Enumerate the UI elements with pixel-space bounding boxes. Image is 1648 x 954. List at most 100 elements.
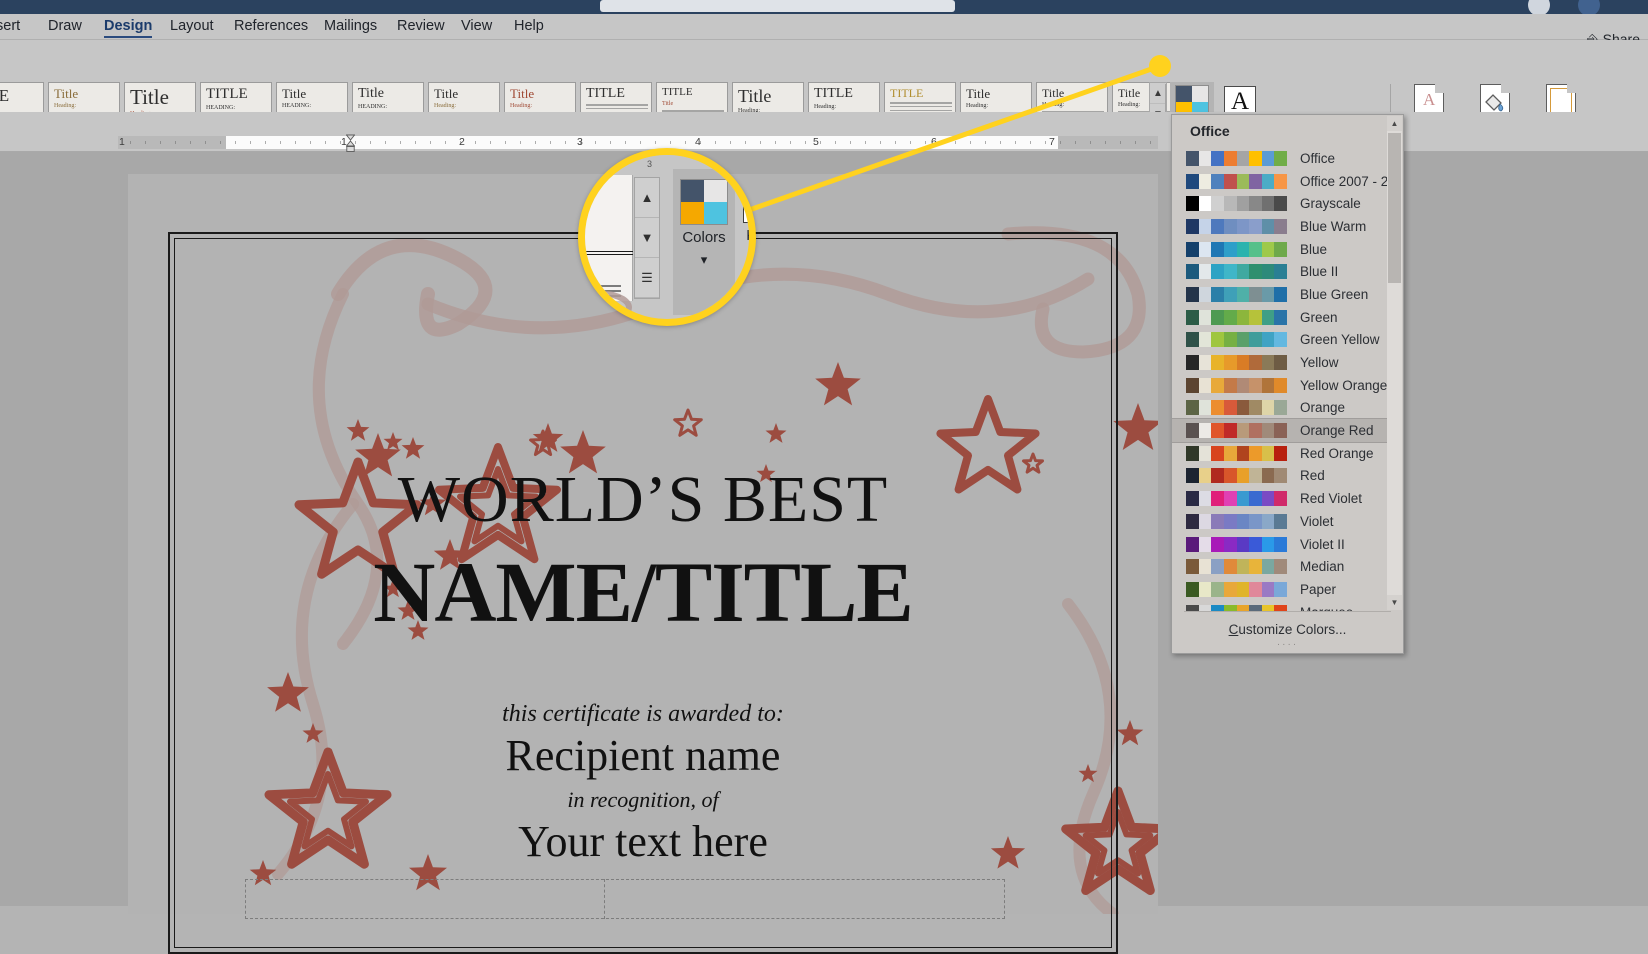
theme-color-option[interactable]: Yellow [1172, 351, 1387, 374]
thumbnail-title: TLE [0, 87, 38, 104]
theme-color-swatch-strip [1186, 309, 1287, 325]
tab-insert[interactable]: sert [0, 16, 26, 38]
ruler-tick [205, 141, 206, 144]
theme-color-option[interactable]: Paper [1172, 578, 1387, 601]
ruler-tick [190, 141, 191, 144]
ruler-tick [910, 141, 911, 144]
tab-design[interactable]: Design [98, 16, 158, 38]
theme-color-option-label: Yellow [1300, 355, 1339, 371]
certificate-headline-1[interactable]: WORLD’S BEST [128, 462, 1158, 538]
theme-color-option[interactable]: Blue Green [1172, 283, 1387, 306]
thumbnail-title: Title [1042, 86, 1065, 100]
thumbnail-title: TITLE [586, 86, 625, 101]
ruler-indent-marker[interactable] [345, 134, 356, 152]
theme-color-option[interactable]: Office 2007 - 2010 [1172, 170, 1387, 193]
tab-draw[interactable]: Draw [42, 16, 88, 38]
ruler-tick [505, 141, 506, 144]
theme-color-option-label: Yellow Orange [1300, 377, 1387, 393]
theme-color-option[interactable]: Violet [1172, 510, 1387, 533]
ruler-left-margin [118, 136, 226, 149]
thumbnail-heading: Heading: [510, 103, 532, 109]
theme-color-option[interactable]: Violet II [1172, 533, 1387, 556]
certificate-your-text[interactable]: Your text here [128, 816, 1158, 867]
tab-references[interactable]: References [228, 16, 314, 38]
zoom-callout-magnifier: · · · 3 4 ▲ ▼ ☰ Colors ▾ A Fonts ▾ [578, 148, 756, 326]
theme-color-option[interactable]: Red Orange [1172, 442, 1387, 465]
theme-color-option[interactable]: Median [1172, 555, 1387, 578]
ruler-tick [130, 141, 131, 144]
ruler-tick [850, 141, 851, 144]
theme-color-option[interactable]: Blue [1172, 238, 1387, 261]
theme-color-swatch-strip [1186, 513, 1287, 529]
theme-color-swatch-strip [1186, 196, 1287, 212]
tab-help[interactable]: Help [508, 16, 550, 38]
theme-color-option[interactable]: Grayscale [1172, 192, 1387, 215]
ruler-tick [625, 141, 626, 144]
dropdown-scrollbar[interactable]: ▲ ▼ [1387, 116, 1402, 610]
scrollbar-thumb[interactable] [1388, 133, 1401, 283]
ruler-tick [415, 141, 416, 144]
theme-color-option-label: Paper [1300, 581, 1337, 597]
theme-color-option[interactable]: Yellow Orange [1172, 374, 1387, 397]
certificate-recipient-name[interactable]: Recipient name [128, 730, 1158, 781]
theme-color-option[interactable]: Blue Warm [1172, 215, 1387, 238]
theme-color-swatch-strip [1186, 536, 1287, 552]
theme-color-swatch-strip [1186, 423, 1287, 439]
thumbnail-title: Title [130, 85, 169, 109]
gallery-scroll-up-icon[interactable]: ▲ [1150, 83, 1166, 104]
certificate-headline-2[interactable]: NAME/TITLE [128, 542, 1158, 642]
customize-colors-menu-item[interactable]: Customize Colors... [1172, 622, 1403, 637]
ruler-tick [550, 141, 551, 144]
thumbnail-heading: Heading: [1042, 102, 1064, 108]
ruler-tick [940, 141, 941, 144]
theme-colors-list[interactable]: Office Office 2007 - 2010 Grayscale Blue Wa… [1172, 147, 1387, 611]
theme-color-option[interactable]: Red Violet [1172, 487, 1387, 510]
theme-color-swatch-strip [1186, 559, 1287, 575]
scroll-down-arrow-icon[interactable]: ▼ [1387, 595, 1402, 610]
theme-color-option[interactable]: Green [1172, 306, 1387, 329]
ruler-tick [325, 141, 326, 144]
ruler-tick [805, 141, 806, 144]
theme-color-option[interactable]: Green Yellow [1172, 329, 1387, 352]
thumbnail-title: Title [966, 86, 991, 101]
certificate-in-recognition[interactable]: in recognition, of [128, 787, 1158, 813]
thumbnail-heading: HEADING: [282, 103, 311, 109]
theme-color-swatch-strip [1186, 377, 1287, 393]
theme-color-swatch-strip [1186, 286, 1287, 302]
certificate-awarded-to[interactable]: this certificate is awarded to: [128, 701, 1158, 728]
theme-color-swatch-strip [1186, 400, 1287, 416]
theme-color-option-label: Orange Red [1300, 423, 1374, 439]
ruler-tick [385, 141, 386, 144]
ruler-tick [955, 141, 956, 144]
ruler-tick [1015, 141, 1016, 144]
decorative-star [1113, 403, 1158, 450]
theme-colors-dropdown[interactable]: Office Office Office 2007 - 2010 Grayscale… [1171, 114, 1404, 654]
theme-color-option[interactable]: Office [1172, 147, 1387, 170]
tab-layout[interactable]: Layout [164, 16, 220, 38]
title-bar-search-pill[interactable] [600, 0, 955, 12]
certificate-content-placeholder-split [245, 879, 605, 919]
theme-color-option-label: Red Violet [1300, 491, 1363, 507]
theme-color-option[interactable]: Orange Red [1172, 418, 1387, 443]
ruler-tick [730, 141, 731, 144]
theme-color-option[interactable]: Orange [1172, 397, 1387, 420]
ruler-tick [760, 141, 761, 144]
tab-view[interactable]: View [455, 16, 498, 38]
theme-color-option-label: Blue II [1300, 264, 1339, 280]
ruler-tick [355, 141, 356, 144]
theme-color-option[interactable]: Blue II [1172, 260, 1387, 283]
title-bar [0, 0, 1648, 16]
ruler-tick [700, 141, 701, 144]
thumbnail-title: Title [1118, 86, 1141, 100]
theme-color-option-label: Red [1300, 468, 1325, 484]
scroll-up-arrow-icon[interactable]: ▲ [1387, 116, 1402, 131]
tab-review[interactable]: Review [391, 16, 451, 38]
theme-color-option[interactable]: Marquee [1172, 601, 1387, 611]
ruler-tick [265, 141, 266, 144]
dropdown-resize-grip[interactable]: ···· [1172, 639, 1403, 650]
theme-color-swatch-strip [1186, 491, 1287, 507]
theme-color-option[interactable]: Red [1172, 465, 1387, 488]
chevron-down-icon: ▾ [700, 252, 708, 267]
tab-mailings[interactable]: Mailings [318, 16, 383, 38]
ruler-tick [235, 141, 236, 144]
